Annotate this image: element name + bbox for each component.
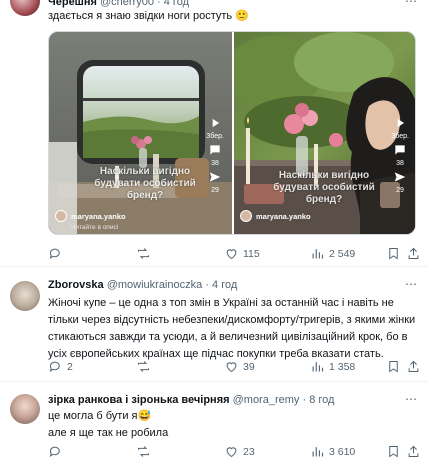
retweet-button[interactable] — [136, 359, 155, 374]
views-button[interactable]: 3 610 — [310, 444, 355, 458]
tweet-text: це могла б бути я😅 але я ще так не робил… — [48, 408, 420, 442]
share-icon — [408, 445, 419, 457]
tweet-header: зірка ранкова і зіронька вечірняя @mora_… — [48, 394, 335, 406]
share-count: 29 — [211, 187, 219, 194]
tiktok-actions: Збер. 38 29 — [391, 116, 409, 194]
author-handle[interactable]: @mowiukrainoczka — [107, 279, 203, 291]
tweet-text: здається я знаю звідки ноги ростуть 🙂 — [48, 10, 249, 22]
author-name[interactable]: Zborovska — [48, 279, 104, 291]
save-count: Збер. — [206, 133, 224, 140]
media-image-left[interactable]: Наскільки вигідно будувати особистий бре… — [49, 32, 232, 234]
author-name[interactable]: зірка ранкова і зіронька вечірняя — [48, 394, 230, 406]
tiktok-actions: Збер. 38 29 — [206, 116, 224, 194]
share-button[interactable] — [406, 444, 421, 458]
reply-button[interactable] — [48, 444, 67, 458]
reply-button[interactable] — [48, 246, 67, 261]
more-icon[interactable]: ⋯ — [405, 277, 418, 291]
reply-button[interactable]: 2 — [48, 359, 73, 374]
comment-icon — [210, 145, 220, 155]
tweet-actions: 23 3 610 — [48, 444, 420, 458]
like-icon — [226, 249, 237, 260]
retweet-button[interactable] — [136, 444, 155, 458]
like-icon — [226, 447, 237, 458]
reply-icon — [49, 361, 60, 372]
bookmark-icon — [389, 446, 398, 458]
timestamp[interactable]: 4 год — [212, 279, 237, 291]
like-button[interactable]: 115 — [224, 246, 260, 261]
author-name[interactable]: Черешня — [48, 0, 97, 8]
play-count-icon — [212, 118, 220, 128]
avatar[interactable] — [10, 281, 40, 311]
timestamp[interactable]: 4 год — [164, 0, 189, 8]
send-icon — [394, 172, 406, 182]
views-button[interactable]: 2 549 — [310, 246, 355, 261]
avatar[interactable] — [10, 394, 40, 424]
tiktok-caption: Читайте в описі — [71, 224, 119, 231]
author-handle[interactable]: @mora_remy — [233, 394, 300, 406]
tweet-header: Zborovska @mowiukrainoczka · 4 год — [48, 279, 238, 291]
views-icon — [312, 362, 324, 372]
more-icon[interactable]: ⋯ — [405, 0, 418, 8]
media-grid[interactable]: Наскільки вигідно будувати особистий бре… — [48, 31, 416, 235]
save-count: Збер. — [391, 133, 409, 140]
share-count: 29 — [396, 187, 404, 194]
tweet-actions: 115 2 549 — [48, 246, 420, 262]
media-image-right[interactable]: Наскільки вигідно будувати особистий бре… — [234, 32, 415, 234]
more-icon[interactable]: ⋯ — [405, 392, 418, 406]
like-button[interactable]: 39 — [224, 359, 255, 374]
retweet-icon — [138, 446, 149, 457]
share-icon — [408, 360, 419, 372]
views-button[interactable]: 1 358 — [310, 359, 355, 374]
retweet-icon — [138, 361, 149, 372]
bookmark-icon — [389, 361, 398, 373]
tweet-actions: 2 39 1 358 — [48, 359, 420, 375]
author-handle[interactable]: @cherry00 — [100, 0, 154, 8]
tweet-text-line: але я ще так не робила — [48, 427, 169, 439]
avatar[interactable] — [10, 0, 40, 16]
bookmark-button[interactable] — [386, 359, 401, 374]
reply-icon — [49, 446, 60, 457]
tweet-text: Жіночі купе – це одна з топ змін в Украї… — [48, 297, 416, 360]
reply-icon — [49, 248, 60, 259]
tiktok-avatar — [240, 210, 252, 222]
tweet-header: Черешня @cherry00 · 4 год — [48, 0, 189, 8]
bookmark-button[interactable] — [386, 444, 401, 458]
share-button[interactable] — [406, 246, 421, 261]
tweet[interactable]: зірка ранкова і зіронька вечірняя @mora_… — [0, 382, 428, 458]
like-icon — [226, 362, 237, 373]
tiktok-avatar — [55, 210, 67, 222]
send-icon — [209, 172, 221, 182]
comment-icon — [395, 145, 405, 155]
retweet-button[interactable] — [136, 246, 155, 261]
retweet-icon — [138, 248, 149, 259]
share-icon — [408, 247, 419, 259]
share-button[interactable] — [406, 359, 421, 374]
tiktok-username: maryana.yanko — [55, 210, 126, 222]
tiktok-username: maryana.yanko — [240, 210, 311, 222]
train-window-image — [49, 32, 232, 234]
like-button[interactable]: 23 — [224, 444, 255, 458]
video-overlay-title: Наскільки вигідно будувати особистий бре… — [94, 166, 196, 201]
timestamp[interactable]: 8 год — [309, 394, 334, 406]
play-count-icon — [397, 118, 405, 128]
tweet-text-line: це могла б бути я😅 — [48, 410, 152, 422]
comment-count: 38 — [211, 160, 219, 167]
bookmark-button[interactable] — [386, 246, 401, 261]
views-icon — [312, 447, 324, 457]
bookmark-icon — [389, 248, 398, 260]
video-overlay-title: Наскільки вигідно будувати особистий бре… — [273, 170, 375, 205]
comment-count: 38 — [396, 160, 404, 167]
views-icon — [312, 249, 324, 259]
tweet[interactable]: Zborovska @mowiukrainoczka · 4 год ⋯ Жін… — [0, 267, 428, 381]
tweet[interactable]: Черешня @cherry00 · 4 год ⋯ здається я з… — [0, 0, 428, 262]
